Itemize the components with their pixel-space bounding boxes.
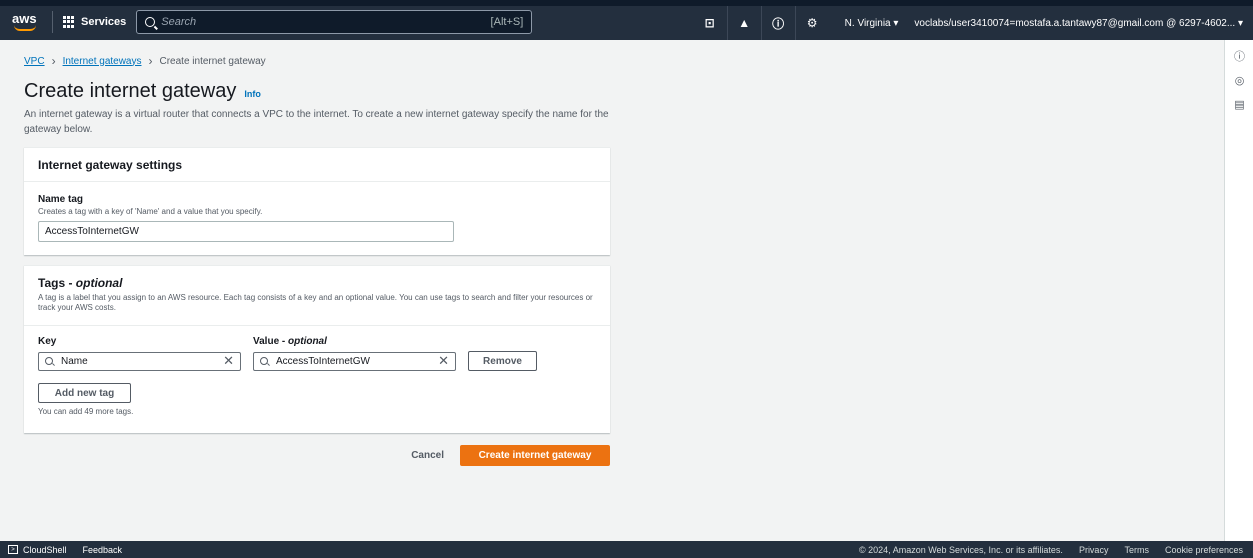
gateway-settings-panel: Internet gateway settings Name tag Creat…	[24, 147, 610, 255]
breadcrumb-igw-link[interactable]: Internet gateways	[63, 56, 142, 67]
page-description: An internet gateway is a virtual router …	[24, 109, 609, 135]
clear-icon[interactable]: ✕	[438, 354, 449, 367]
footer: > CloudShell Feedback © 2024, Amazon Web…	[0, 541, 1253, 558]
top-navigation: aws Services Search [Alt+S] ⊡ ▲ ⓘ ⚙ N. V…	[0, 0, 1253, 40]
tag-row: Name ✕ AccessToInternetGW ✕ Remove	[24, 347, 610, 371]
search-icon	[260, 357, 268, 365]
cloudshell-label: CloudShell	[23, 544, 67, 555]
info-link[interactable]: Info	[244, 89, 261, 99]
tags-title: Tags - optional	[38, 276, 123, 290]
cloudshell-icon: >	[8, 545, 18, 554]
cancel-button[interactable]: Cancel	[411, 450, 444, 461]
tag-value-input[interactable]: AccessToInternetGW ✕	[253, 351, 456, 371]
settings-gear-icon[interactable]: ⚙	[794, 6, 829, 40]
tags-panel: Tags - optional A tag is a label that yo…	[24, 265, 610, 433]
nav-divider	[52, 11, 53, 33]
nav-right-group: ⊡ ▲ ⓘ ⚙ N. Virginia ▾ voclabs/user341007…	[693, 6, 1253, 40]
page-title: Create internet gateway	[24, 80, 237, 102]
clear-icon[interactable]: ✕	[223, 354, 234, 367]
services-menu-button[interactable]: Services	[63, 16, 126, 28]
terms-link[interactable]: Terms	[1124, 545, 1149, 555]
name-tag-hint: Creates a tag with a key of 'Name' and a…	[38, 207, 263, 216]
breadcrumb: VPC › Internet gateways › Create interne…	[24, 54, 624, 68]
search-shortcut: [Alt+S]	[490, 16, 524, 28]
cloudshell-icon[interactable]: ⊡	[693, 6, 727, 40]
name-tag-label: Name tag	[38, 194, 84, 205]
tag-key-value: Name	[61, 355, 88, 367]
history-icon[interactable]: ◎	[1225, 68, 1253, 92]
footer-links: © 2024, Amazon Web Services, Inc. or its…	[859, 545, 1253, 555]
remove-tag-button[interactable]: Remove	[468, 351, 537, 371]
settings-body: Name tag Creates a tag with a key of 'Na…	[24, 182, 610, 254]
breadcrumb-vpc-link[interactable]: VPC	[24, 56, 45, 67]
tag-value-value: AccessToInternetGW	[276, 355, 370, 367]
key-label: Key	[38, 336, 57, 347]
region-selector[interactable]: N. Virginia ▾	[829, 18, 915, 29]
tags-description: A tag is a label that you assign to an A…	[38, 293, 593, 312]
aws-smile-icon	[14, 25, 36, 31]
account-menu[interactable]: voclabs/user3410074=mostafa.a.tantawy87@…	[914, 18, 1253, 29]
cookie-preferences-link[interactable]: Cookie preferences	[1165, 545, 1243, 555]
breadcrumb-current: Create internet gateway	[159, 55, 266, 67]
tag-key-input[interactable]: Name ✕	[38, 351, 241, 371]
search-input[interactable]: Search [Alt+S]	[136, 10, 533, 34]
tags-header: Tags - optional A tag is a label that yo…	[24, 266, 610, 326]
search-icon	[145, 17, 156, 27]
help-icon[interactable]: ⓘ	[760, 6, 795, 40]
form-actions: Cancel Create internet gateway	[24, 445, 610, 466]
add-new-tag-button[interactable]: Add new tag	[38, 383, 131, 403]
info-panel-icon[interactable]: ⓘ	[1225, 44, 1253, 68]
cloudshell-button[interactable]: > CloudShell	[8, 545, 67, 555]
right-utility-rail: ⓘ ◎ ▤	[1224, 40, 1253, 541]
remaining-tags-text: You can add 49 more tags.	[38, 407, 134, 416]
name-tag-input[interactable]: AccessToInternetGW	[38, 221, 454, 242]
search-placeholder: Search	[161, 16, 197, 28]
search-icon	[45, 357, 53, 365]
page-header: Create internet gateway Info	[24, 80, 624, 103]
main-content: VPC › Internet gateways › Create interne…	[24, 40, 624, 466]
copyright-text: © 2024, Amazon Web Services, Inc. or its…	[859, 544, 1063, 555]
tag-column-labels: Key Value - optional	[24, 326, 610, 347]
value-label: Value - optional	[253, 336, 327, 347]
notifications-bell-icon[interactable]: ▲	[726, 6, 761, 40]
chevron-right-icon: ›	[51, 54, 56, 68]
create-internet-gateway-button[interactable]: Create internet gateway	[460, 445, 610, 466]
services-label: Services	[81, 16, 127, 28]
settings-header: Internet gateway settings	[24, 148, 610, 182]
feedback-chat-icon[interactable]: ▤	[1225, 92, 1253, 116]
chevron-right-icon: ›	[148, 54, 153, 68]
privacy-link[interactable]: Privacy	[1079, 545, 1109, 555]
grid-icon	[63, 16, 75, 28]
feedback-link[interactable]: Feedback	[83, 545, 123, 555]
aws-logo-text: aws	[12, 11, 37, 26]
aws-logo[interactable]: aws	[12, 11, 42, 33]
